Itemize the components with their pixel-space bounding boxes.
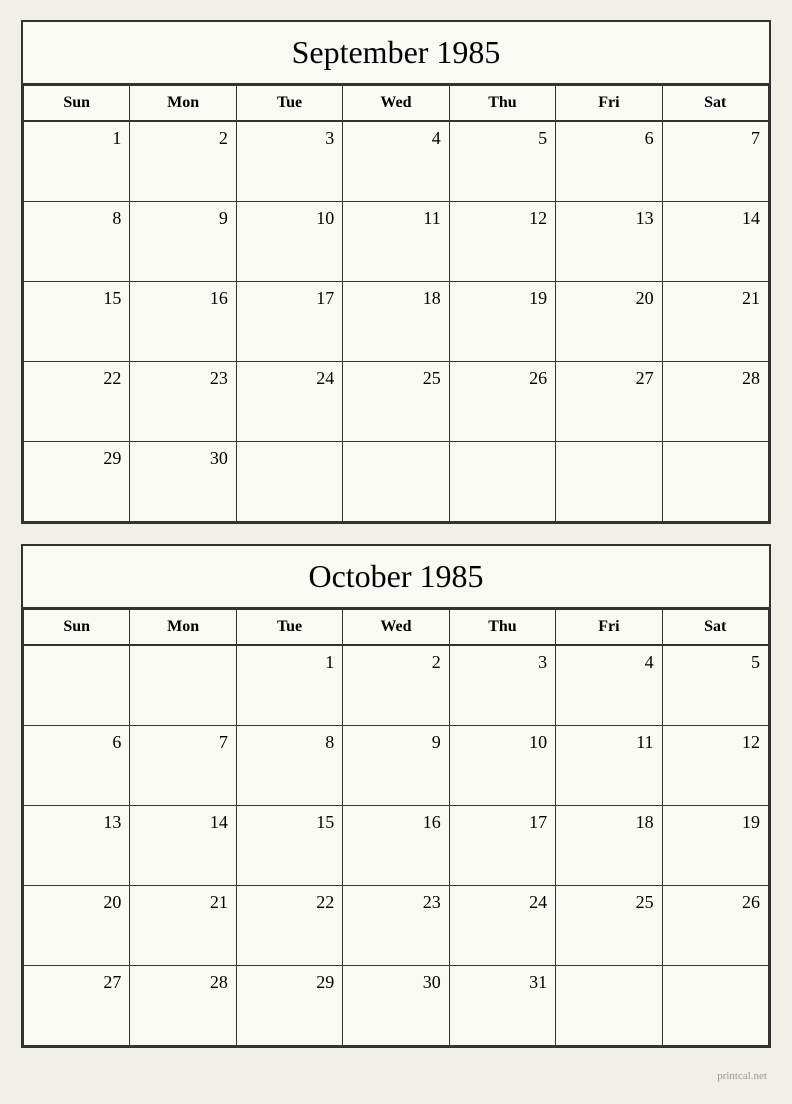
day-cell: 27 xyxy=(24,966,130,1046)
header-mon: Mon xyxy=(130,609,236,646)
day-cell: 9 xyxy=(130,202,236,282)
day-cell: 13 xyxy=(24,806,130,886)
day-cell: 25 xyxy=(556,886,662,966)
header-sun: Sun xyxy=(24,609,130,646)
day-cell-empty xyxy=(556,966,662,1046)
october-grid: Sun Mon Tue Wed Thu Fri Sat 1 2 3 4 5 6 … xyxy=(23,609,769,1046)
day-cell: 14 xyxy=(130,806,236,886)
day-cell: 10 xyxy=(450,726,556,806)
day-cell: 1 xyxy=(237,646,343,726)
day-cell: 27 xyxy=(556,362,662,442)
day-cell: 6 xyxy=(556,122,662,202)
day-cell: 20 xyxy=(556,282,662,362)
day-cell: 3 xyxy=(237,122,343,202)
header-thu: Thu xyxy=(450,85,556,122)
day-cell: 7 xyxy=(130,726,236,806)
day-cell: 24 xyxy=(237,362,343,442)
header-wed: Wed xyxy=(343,85,449,122)
day-cell: 3 xyxy=(450,646,556,726)
day-cell: 12 xyxy=(663,726,769,806)
day-cell: 19 xyxy=(663,806,769,886)
header-fri: Fri xyxy=(556,85,662,122)
day-cell: 2 xyxy=(130,122,236,202)
day-cell: 30 xyxy=(343,966,449,1046)
day-cell: 19 xyxy=(450,282,556,362)
day-cell: 8 xyxy=(237,726,343,806)
day-cell: 16 xyxy=(343,806,449,886)
header-fri: Fri xyxy=(556,609,662,646)
day-cell: 22 xyxy=(237,886,343,966)
day-cell: 6 xyxy=(24,726,130,806)
day-cell: 17 xyxy=(450,806,556,886)
day-cell: 8 xyxy=(24,202,130,282)
day-cell: 26 xyxy=(663,886,769,966)
day-cell: 11 xyxy=(556,726,662,806)
day-cell: 4 xyxy=(343,122,449,202)
day-cell: 18 xyxy=(556,806,662,886)
day-cell-empty xyxy=(237,442,343,522)
day-cell: 29 xyxy=(237,966,343,1046)
header-thu: Thu xyxy=(450,609,556,646)
day-cell: 10 xyxy=(237,202,343,282)
day-cell-empty xyxy=(663,442,769,522)
day-cell: 25 xyxy=(343,362,449,442)
day-cell-empty xyxy=(663,966,769,1046)
day-cell: 28 xyxy=(663,362,769,442)
header-sun: Sun xyxy=(24,85,130,122)
day-cell: 9 xyxy=(343,726,449,806)
day-cell: 5 xyxy=(663,646,769,726)
day-cell: 16 xyxy=(130,282,236,362)
header-sat: Sat xyxy=(663,609,769,646)
day-cell: 28 xyxy=(130,966,236,1046)
day-cell: 20 xyxy=(24,886,130,966)
day-cell: 29 xyxy=(24,442,130,522)
header-wed: Wed xyxy=(343,609,449,646)
day-cell: 26 xyxy=(450,362,556,442)
header-mon: Mon xyxy=(130,85,236,122)
day-cell: 22 xyxy=(24,362,130,442)
day-cell: 15 xyxy=(237,806,343,886)
day-cell: 1 xyxy=(24,122,130,202)
day-cell: 13 xyxy=(556,202,662,282)
day-cell: 5 xyxy=(450,122,556,202)
day-cell: 30 xyxy=(130,442,236,522)
header-tue: Tue xyxy=(237,85,343,122)
day-cell-empty xyxy=(450,442,556,522)
september-grid: Sun Mon Tue Wed Thu Fri Sat 1 2 3 4 5 6 … xyxy=(23,85,769,522)
day-cell: 21 xyxy=(130,886,236,966)
september-calendar: September 1985 Sun Mon Tue Wed Thu Fri S… xyxy=(21,20,771,524)
watermark: printcal.net xyxy=(21,1068,771,1084)
day-cell-empty xyxy=(343,442,449,522)
day-cell: 2 xyxy=(343,646,449,726)
day-cell: 23 xyxy=(343,886,449,966)
day-cell: 14 xyxy=(663,202,769,282)
october-calendar: October 1985 Sun Mon Tue Wed Thu Fri Sat… xyxy=(21,544,771,1048)
day-cell: 23 xyxy=(130,362,236,442)
day-cell: 24 xyxy=(450,886,556,966)
day-cell: 18 xyxy=(343,282,449,362)
day-cell: 11 xyxy=(343,202,449,282)
day-cell-empty xyxy=(24,646,130,726)
day-cell: 12 xyxy=(450,202,556,282)
day-cell-empty xyxy=(556,442,662,522)
day-cell: 21 xyxy=(663,282,769,362)
day-cell-empty xyxy=(130,646,236,726)
day-cell: 4 xyxy=(556,646,662,726)
day-cell: 15 xyxy=(24,282,130,362)
day-cell: 7 xyxy=(663,122,769,202)
september-title: September 1985 xyxy=(23,22,769,85)
day-cell: 17 xyxy=(237,282,343,362)
header-tue: Tue xyxy=(237,609,343,646)
header-sat: Sat xyxy=(663,85,769,122)
october-title: October 1985 xyxy=(23,546,769,609)
day-cell: 31 xyxy=(450,966,556,1046)
